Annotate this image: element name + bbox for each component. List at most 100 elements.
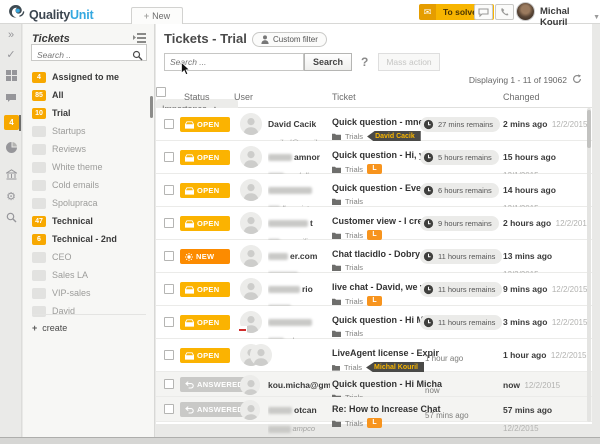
row-checkbox[interactable] — [164, 251, 174, 261]
ticket-row[interactable]: OPEN t omowifi. Customer view - I create… — [156, 207, 592, 240]
folder-count-badge — [32, 198, 46, 209]
row-checkbox[interactable] — [164, 284, 174, 294]
dashboard-grid-icon[interactable] — [0, 70, 22, 84]
ticket-cell[interactable]: Customer view - I created Trials L — [332, 211, 424, 240]
row-checkbox[interactable] — [164, 317, 174, 327]
chat-section-icon[interactable] — [0, 93, 22, 106]
ticket-row[interactable]: OPEN LiveAgent license - Expir Trials Mi… — [156, 339, 592, 372]
row-checkbox[interactable] — [164, 379, 174, 389]
chat-button[interactable] — [474, 4, 493, 20]
sidebar-folder-item[interactable]: VIP-sales — [23, 284, 154, 302]
row-checkbox[interactable] — [164, 350, 174, 360]
sidebar-folder-item[interactable]: Spolupraca — [23, 194, 154, 212]
column-status[interactable]: Status — [184, 92, 210, 102]
sidebar-folder-item[interactable]: Sales LA — [23, 266, 154, 284]
sidebar-folder-item[interactable]: 10 Trial — [23, 104, 154, 122]
ticket-row[interactable]: OPEN amnor nord.dk Quick question - Hi, … — [156, 141, 592, 174]
row-checkbox[interactable] — [164, 218, 174, 228]
tickets-section-badge[interactable]: 4 — [4, 115, 19, 130]
column-changed[interactable]: Changed — [503, 92, 540, 102]
user-menu[interactable]: Michal Kouril ▼ — [540, 6, 600, 28]
row-checkbox[interactable] — [164, 185, 174, 195]
row-checkbox[interactable] — [164, 119, 174, 129]
row-checkbox[interactable] — [164, 404, 174, 414]
contact-name: rio — [268, 284, 313, 294]
sidebar-folder-item[interactable]: Startups — [23, 122, 154, 140]
sidebar-folder-item[interactable]: White theme — [23, 158, 154, 176]
ticket-search-input[interactable] — [164, 53, 304, 71]
ticket-row[interactable]: NEW er.com com Chat tlacidlo - Dobry den… — [156, 240, 592, 273]
folder-icon — [332, 420, 341, 427]
help-button[interactable]: ? — [361, 55, 368, 69]
tasks-check-icon[interactable]: ✓ — [0, 49, 22, 61]
contact-name: David Cacik — [268, 119, 316, 129]
folder-name: Trials — [345, 197, 363, 206]
row-checkbox[interactable] — [164, 152, 174, 162]
new-ticket-tab[interactable]: + New — [131, 7, 183, 24]
select-all-checkbox[interactable] — [156, 87, 166, 97]
open-box-icon — [185, 319, 194, 327]
contact-avatar — [240, 245, 262, 267]
sidebar-folder-item[interactable]: 85 All — [23, 86, 154, 104]
search-icon[interactable] — [132, 48, 143, 66]
ticket-cell[interactable]: Chat tlacidlo - Dobry den Trials — [332, 244, 424, 272]
sidebar-folder-item[interactable]: 4 Assigned to me — [23, 68, 154, 86]
ticket-row[interactable]: OPEN adam.co Quick question - Hi Micha T… — [156, 306, 592, 339]
open-box-icon — [185, 286, 194, 294]
sidebar-folder-item[interactable]: Reviews — [23, 140, 154, 158]
status-badge: OPEN — [180, 315, 230, 330]
column-user[interactable]: User — [234, 92, 253, 102]
ticket-cell[interactable]: Re: How to Increase Chat Trials L — [332, 399, 424, 428]
ticket-row[interactable]: OPEN llowmist Quick question - Everythi … — [156, 174, 592, 207]
contact-email: ampco — [268, 424, 315, 433]
folder-icon — [332, 264, 341, 271]
ticket-row[interactable]: ANSWERED kou.micha@gmail kou.micha@gmail… — [156, 372, 592, 397]
sidebar-folder-item[interactable]: 47 Technical — [23, 212, 154, 230]
expand-rail-icon[interactable]: » — [0, 29, 22, 41]
ticket-cell[interactable]: LiveAgent license - Expir Trials Michal … — [332, 343, 424, 373]
main-scrollbar-track[interactable] — [587, 108, 591, 422]
search-button[interactable]: Search — [304, 53, 352, 71]
mass-action-button[interactable]: Mass action — [378, 53, 440, 71]
importance-cell: 11 hours remains — [420, 249, 502, 267]
phone-icon — [500, 7, 510, 17]
custom-filter-button[interactable]: Custom filter — [252, 32, 327, 47]
sidebar-scrollbar-thumb[interactable] — [150, 96, 153, 118]
changed-relative: now — [503, 380, 520, 390]
refresh-icon[interactable] — [572, 74, 582, 86]
changed-date: 12/2/2015 — [556, 219, 592, 228]
ticket-row[interactable]: OPEN rio n.com live chat - David, we wil… — [156, 273, 592, 306]
ticket-cell[interactable]: live chat - David, we will t Trials L — [332, 277, 424, 306]
ticket-row[interactable]: OPEN David Cacik cacik.d@gmail.com Quick… — [156, 108, 592, 141]
folder-label: Trial — [52, 108, 71, 118]
changed-cell: 3 mins ago 12/2/2015 — [503, 312, 587, 330]
search-rail-icon[interactable] — [0, 212, 22, 226]
main-scrollbar-thumb[interactable] — [587, 110, 591, 148]
sidebar-folder-item[interactable]: 6 Technical - 2nd — [23, 230, 154, 248]
ticket-cell[interactable]: Quick question - Hi, yes y Trials L — [332, 145, 424, 174]
sidebar-folder-item[interactable]: CEO — [23, 248, 154, 266]
phone-button[interactable] — [495, 4, 514, 20]
ticket-cell[interactable]: Quick question - Hi Micha Trials — [332, 310, 424, 338]
contact-name: amnor — [268, 152, 320, 162]
reply-arrow-icon — [185, 381, 194, 389]
sidebar-search-input[interactable] — [32, 48, 146, 63]
reports-pie-icon[interactable] — [0, 142, 22, 156]
create-folder-button[interactable]: + create — [32, 314, 146, 333]
settings-gear-icon[interactable]: ⚙ — [0, 191, 22, 203]
changed-relative: 3 mins ago — [503, 317, 547, 327]
user-avatar[interactable] — [516, 2, 535, 21]
clock-icon — [423, 284, 434, 295]
folder-count-badge — [32, 144, 46, 155]
folder-icon — [332, 166, 341, 173]
ticket-cell[interactable]: Quick question - Everythi Trials — [332, 178, 424, 206]
main-area: Tickets - Trial Custom filter Search ? M… — [156, 24, 600, 437]
sidebar-folder-item[interactable]: Cold emails — [23, 176, 154, 194]
status-badge: OPEN — [180, 150, 230, 165]
swirl-logo-icon — [7, 3, 25, 26]
folder-count-badge: 10 — [32, 108, 46, 119]
bank-icon[interactable] — [0, 169, 22, 183]
ticket-cell[interactable]: Quick question - mne to n Trials David C… — [332, 112, 424, 142]
ticket-row[interactable]: ANSWERED otcan ampco Re: How to Increase… — [156, 397, 592, 422]
column-ticket[interactable]: Ticket — [332, 92, 356, 102]
